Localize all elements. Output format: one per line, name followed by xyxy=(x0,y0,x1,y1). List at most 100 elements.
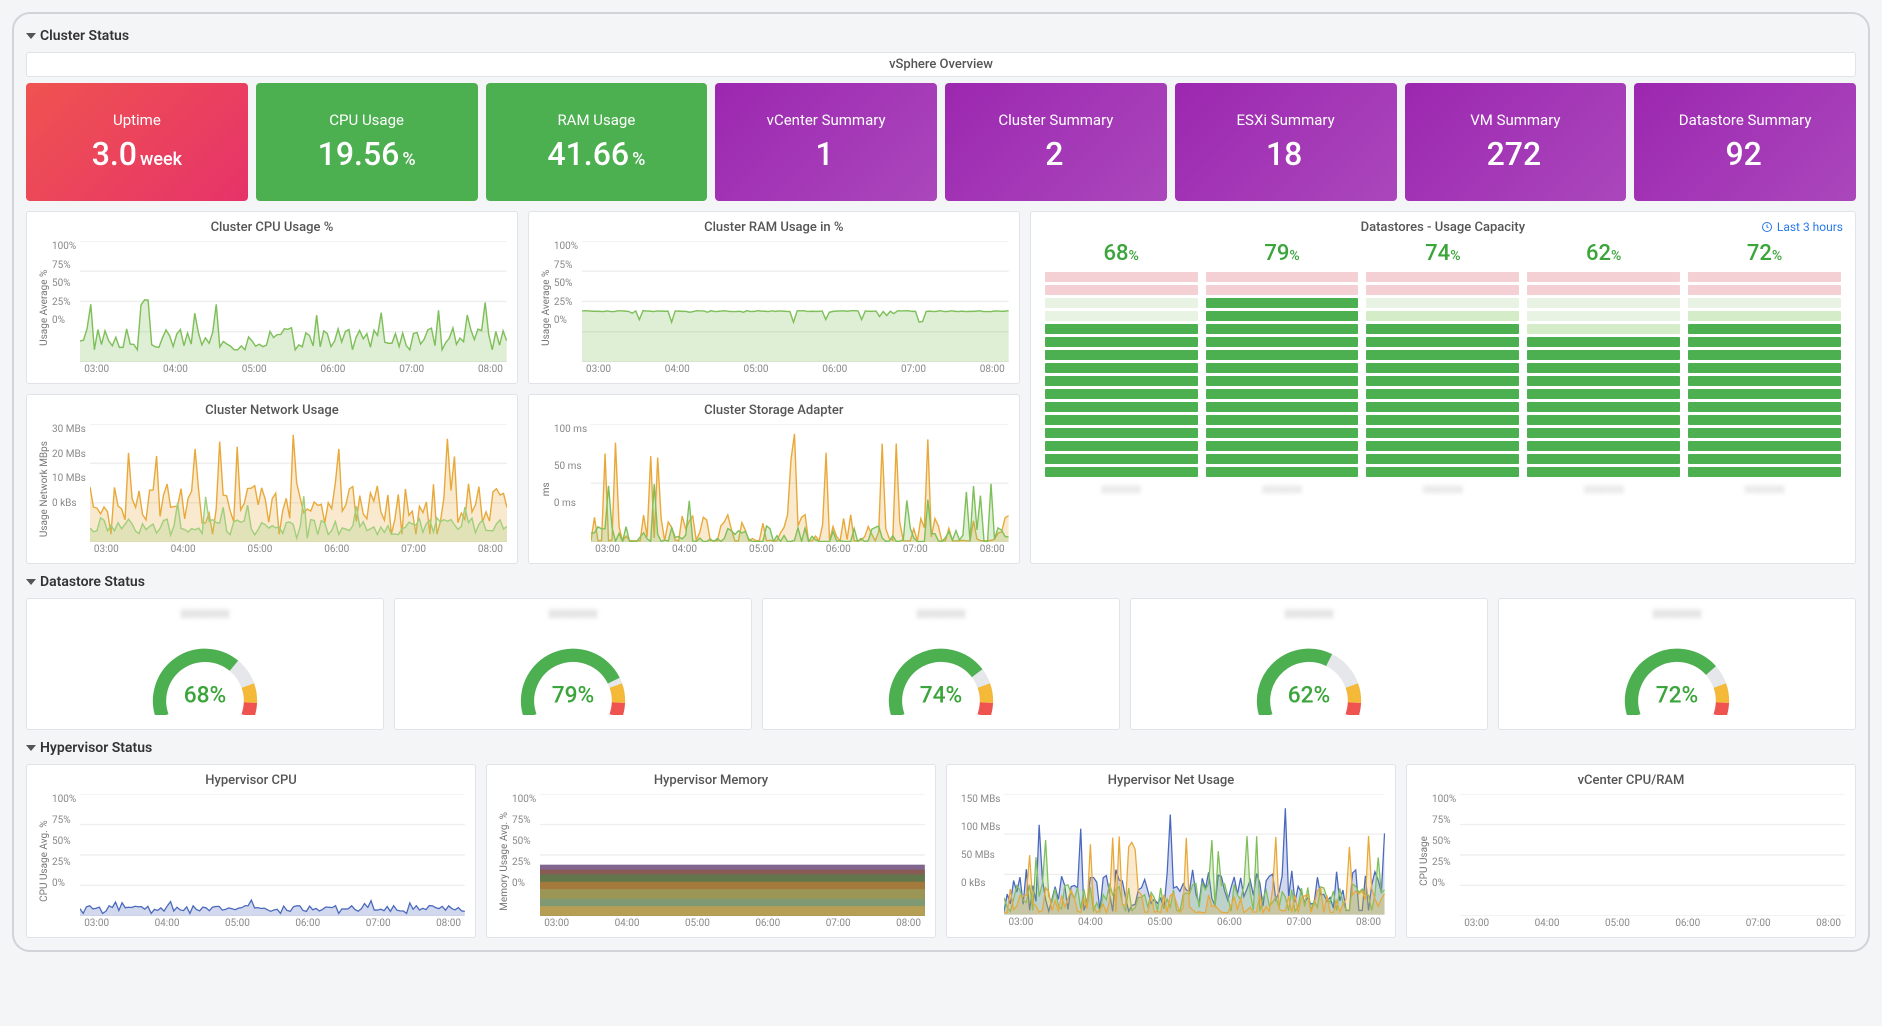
card-label: Uptime xyxy=(113,111,161,129)
section-head-cluster[interactable]: Cluster Status xyxy=(26,28,1856,44)
card-label: Datastore Summary xyxy=(1679,111,1812,129)
panel-title: Cluster Storage Adapter xyxy=(539,403,1009,418)
ds-bar-column xyxy=(1523,272,1684,477)
clock-icon xyxy=(1761,221,1773,233)
stat-card-1[interactable]: CPU Usage 19.56% xyxy=(256,83,478,201)
ds-bar-column xyxy=(1684,272,1845,477)
panel-hyp-net[interactable]: Hypervisor Net Usage 0 kBs50 MBs100 MBs1… xyxy=(946,764,1396,938)
chevron-down-icon xyxy=(26,33,36,39)
chart-plot[interactable]: 03:0004:0005:0006:0007:0008:00 xyxy=(591,424,1009,555)
card-value: 92 xyxy=(1725,135,1764,173)
gauge-title: |||||||||||||||||||| xyxy=(1141,609,1477,621)
gauge-title: |||||||||||||||||||| xyxy=(1509,609,1845,621)
chevron-down-icon xyxy=(26,745,36,751)
panel-hyp-cpu[interactable]: Hypervisor CPU CPU Usage Avg. % 0%25%50%… xyxy=(26,764,476,938)
y-axis-label: ms xyxy=(539,424,554,555)
ds-label: |||||||||||||||||| xyxy=(1362,485,1523,495)
svg-text:68%: 68% xyxy=(184,682,227,709)
y-axis-label xyxy=(957,794,961,928)
gauge-panel-1[interactable]: |||||||||||||||||||| 79% xyxy=(394,598,752,730)
ds-percent: 68% xyxy=(1041,241,1202,266)
panel-cluster-cpu[interactable]: Cluster CPU Usage % Usage Average % 0%25… xyxy=(26,211,518,384)
card-label: VM Summary xyxy=(1470,111,1560,129)
time-range-selector[interactable]: Last 3 hours xyxy=(1761,220,1843,234)
y-axis-label: Usage Average % xyxy=(539,241,554,375)
gauge-panel-4[interactable]: |||||||||||||||||||| 72% xyxy=(1498,598,1856,730)
panel-title: Cluster RAM Usage in % xyxy=(539,220,1009,235)
chart-plot[interactable]: 03:0004:0005:0006:0007:0008:00 xyxy=(90,424,507,555)
panel-cluster-storage[interactable]: Cluster Storage Adapter ms 0 ms50 ms100 … xyxy=(528,394,1020,564)
chart-plot[interactable]: 03:0004:0005:0006:0007:0008:00 xyxy=(80,794,465,929)
card-label: ESXi Summary xyxy=(1237,111,1335,129)
ds-percent: 62% xyxy=(1523,241,1684,266)
overview-header: vSphere Overview xyxy=(26,52,1856,77)
stat-card-6[interactable]: VM Summary 272 xyxy=(1405,83,1627,201)
card-label: CPU Usage xyxy=(329,111,404,129)
panel-cluster-ram[interactable]: Cluster RAM Usage in % Usage Average % 0… xyxy=(528,211,1020,384)
section-title: Hypervisor Status xyxy=(40,740,152,756)
panel-title: vCenter CPU/RAM xyxy=(1417,773,1845,788)
y-axis-label: Usage Average % xyxy=(37,241,52,375)
panel-hyp-mem[interactable]: Hypervisor Memory Memory Usage Avg. % 0%… xyxy=(486,764,936,938)
gauge-title: |||||||||||||||||||| xyxy=(405,609,741,621)
card-label: Cluster Summary xyxy=(998,111,1113,129)
y-axis-label: CPU Usage Avg. % xyxy=(37,794,52,929)
ds-percent: 72% xyxy=(1684,241,1845,266)
svg-text:79%: 79% xyxy=(552,682,595,709)
card-value: 41.66% xyxy=(547,135,645,173)
stat-card-4[interactable]: Cluster Summary 2 xyxy=(945,83,1167,201)
card-value: 18 xyxy=(1266,135,1305,173)
ds-label: |||||||||||||||||| xyxy=(1523,485,1684,495)
section-head-hypervisor[interactable]: Hypervisor Status xyxy=(26,740,1856,756)
gauge-panel-0[interactable]: |||||||||||||||||||| 68% xyxy=(26,598,384,730)
chart-plot[interactable]: 03:0004:0005:0006:0007:0008:00 xyxy=(582,241,1009,375)
chart-plot[interactable]: 03:0004:0005:0006:0007:0008:00 xyxy=(1460,794,1845,929)
gauge-title: |||||||||||||||||||| xyxy=(37,609,373,621)
card-value: 19.56% xyxy=(318,135,416,173)
stat-card-7[interactable]: Datastore Summary 92 xyxy=(1634,83,1856,201)
chart-plot[interactable]: 03:0004:0005:0006:0007:0008:00 xyxy=(1004,794,1385,928)
panel-vcenter[interactable]: vCenter CPU/RAM CPU Usage 0%25%50%75%100… xyxy=(1406,764,1856,938)
card-value: 2 xyxy=(1045,135,1066,173)
panel-title: Hypervisor Memory xyxy=(497,773,925,788)
gauge-panel-2[interactable]: |||||||||||||||||||| 74% xyxy=(762,598,1120,730)
card-label: RAM Usage xyxy=(557,111,635,129)
stat-card-3[interactable]: vCenter Summary 1 xyxy=(715,83,937,201)
panel-title: Hypervisor Net Usage xyxy=(957,773,1385,788)
section-title: Cluster Status xyxy=(40,28,129,44)
card-value: 272 xyxy=(1487,135,1545,173)
panel-title: Datastores - Usage Capacity xyxy=(1041,220,1845,235)
panel-cluster-network[interactable]: Cluster Network Usage Usage Network MBps… xyxy=(26,394,518,564)
svg-text:72%: 72% xyxy=(1656,682,1699,709)
section-title: Datastore Status xyxy=(40,574,145,590)
y-axis-label: Memory Usage Avg. % xyxy=(497,794,512,929)
chart-plot[interactable]: 03:0004:0005:0006:0007:0008:00 xyxy=(80,241,507,375)
ds-percent: 74% xyxy=(1362,241,1523,266)
ds-bar-column xyxy=(1041,272,1202,477)
card-label: vCenter Summary xyxy=(767,111,886,129)
ds-label: |||||||||||||||||| xyxy=(1041,485,1202,495)
chart-plot[interactable]: 03:0004:0005:0006:0007:0008:00 xyxy=(540,794,925,929)
stat-card-0[interactable]: Uptime 3.0week xyxy=(26,83,248,201)
panel-title: Cluster Network Usage xyxy=(37,403,507,418)
svg-text:62%: 62% xyxy=(1288,682,1331,709)
stat-card-5[interactable]: ESXi Summary 18 xyxy=(1175,83,1397,201)
stat-card-2[interactable]: RAM Usage 41.66% xyxy=(486,83,708,201)
gauge-title: |||||||||||||||||||| xyxy=(773,609,1109,621)
panel-title: Cluster CPU Usage % xyxy=(37,220,507,235)
ds-percent: 79% xyxy=(1202,241,1363,266)
ds-label: |||||||||||||||||| xyxy=(1202,485,1363,495)
svg-text:74%: 74% xyxy=(920,682,963,709)
gauge-panel-3[interactable]: |||||||||||||||||||| 62% xyxy=(1130,598,1488,730)
card-value: 3.0week xyxy=(92,135,182,173)
chevron-down-icon xyxy=(26,579,36,585)
ds-bar-column xyxy=(1202,272,1363,477)
y-axis-label: Usage Network MBps xyxy=(37,424,52,555)
ds-label: |||||||||||||||||| xyxy=(1684,485,1845,495)
y-axis-label: CPU Usage xyxy=(1417,794,1432,929)
ds-bar-column xyxy=(1362,272,1523,477)
section-head-datastore[interactable]: Datastore Status xyxy=(26,574,1856,590)
panel-title: Hypervisor CPU xyxy=(37,773,465,788)
panel-datastore-usage[interactable]: Datastores - Usage Capacity Last 3 hours… xyxy=(1030,211,1856,564)
card-value: 1 xyxy=(816,135,837,173)
